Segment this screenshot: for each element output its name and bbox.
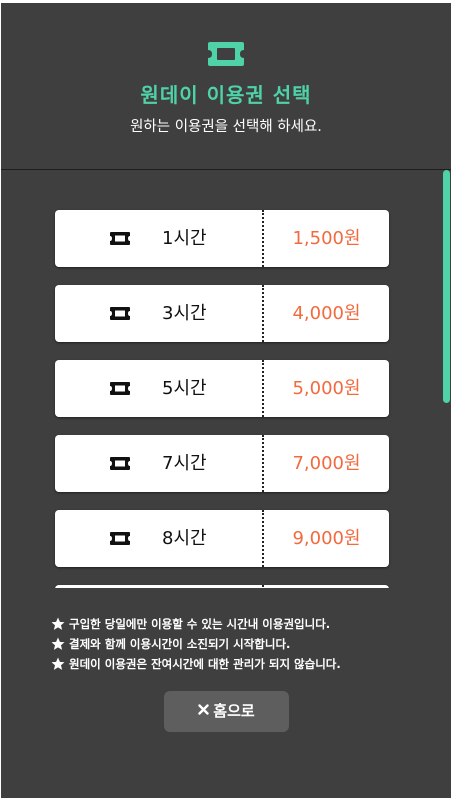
ticket-option-5h[interactable]: 5시간 5,000원 [55, 360, 389, 417]
notice-list: 구입한 당일에만 이용할 수 있는 시간내 이용권입니다. 결제와 함께 이용시… [51, 614, 441, 674]
ticket-label: 7시간 [162, 453, 207, 474]
ticket-price: 4,000원 [292, 303, 361, 324]
page-title: 원데이 이용권 선택 [140, 83, 312, 107]
star-icon [51, 657, 65, 670]
ticket-label: 1시간 [162, 228, 207, 249]
ticket-icon [110, 307, 130, 320]
ticket-icon [208, 42, 244, 66]
home-button-label: 홈으로 [213, 702, 255, 720]
notice-text: 구입한 당일에만 이용할 수 있는 시간내 이용권입니다. [69, 617, 331, 631]
notice-item: 구입한 당일에만 이용할 수 있는 시간내 이용권입니다. [51, 614, 441, 634]
ticket-list[interactable]: 1시간 1,500원 3시간 4,000원 5시간 5,000원 7시간 7,0… [1, 170, 451, 588]
ticket-icon [110, 382, 130, 395]
ticket-option-7h[interactable]: 7시간 7,000원 [55, 435, 389, 492]
ticket-price: 1,500원 [292, 228, 361, 249]
ticket-divider [262, 585, 264, 588]
notice-item: 원데이 이용권은 잔여시간에 대한 관리가 되지 않습니다. [51, 654, 441, 674]
header: 원데이 이용권 선택 원하는 이용권을 선택해 하세요. [1, 3, 451, 170]
ticket-icon [110, 532, 130, 545]
ticket-option-1h[interactable]: 1시간 1,500원 [55, 210, 389, 267]
page-subtitle: 원하는 이용권을 선택해 하세요. [130, 119, 322, 135]
star-icon [51, 637, 65, 650]
ticket-label: 5시간 [162, 378, 207, 399]
ticket-price: 7,000원 [292, 453, 361, 474]
home-button[interactable]: 홈으로 [164, 691, 289, 732]
ticket-price: 5,000원 [292, 378, 361, 399]
notice-text: 원데이 이용권은 잔여시간에 대한 관리가 되지 않습니다. [69, 657, 341, 671]
ticket-price: 9,000원 [292, 528, 361, 549]
ticket-label: 3시간 [162, 303, 207, 324]
scrollbar[interactable] [443, 170, 450, 403]
ticket-option-8h[interactable]: 8시간 9,000원 [55, 510, 389, 567]
ticket-icon [110, 232, 130, 245]
notice-text: 결제와 함께 이용시간이 소진되기 시작합니다. [69, 637, 291, 651]
ticket-icon [110, 457, 130, 470]
ticket-option-partial[interactable] [55, 585, 389, 588]
screen: 원데이 이용권 선택 원하는 이용권을 선택해 하세요. 1시간 1,500원 … [1, 3, 451, 798]
ticket-label: 8시간 [162, 528, 207, 549]
star-icon [51, 617, 65, 630]
ticket-option-3h[interactable]: 3시간 4,000원 [55, 285, 389, 342]
close-icon [198, 704, 209, 715]
notice-item: 결제와 함께 이용시간이 소진되기 시작합니다. [51, 634, 441, 654]
